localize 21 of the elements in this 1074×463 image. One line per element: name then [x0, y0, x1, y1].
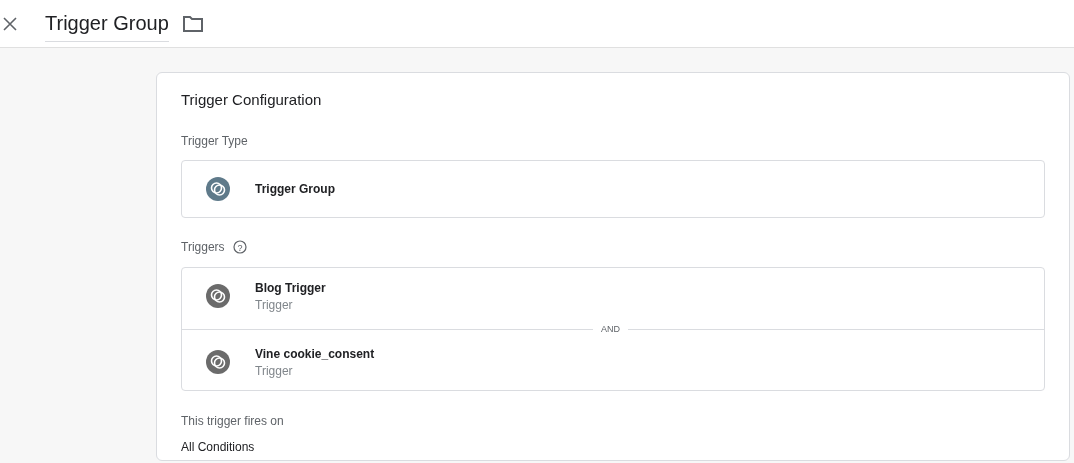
help-icon[interactable]: ?: [232, 240, 247, 254]
fires-on-value[interactable]: All Conditions: [181, 440, 255, 454]
close-icon[interactable]: [2, 15, 18, 32]
folder-icon[interactable]: [181, 14, 204, 33]
tag-name-field[interactable]: Trigger Group: [45, 7, 169, 42]
trigger-name: Blog Trigger: [255, 280, 326, 295]
and-label: AND: [600, 324, 621, 334]
trigger-icon: [205, 349, 231, 375]
section-label: This trigger fires on: [181, 414, 284, 428]
trigger-type: Trigger: [255, 363, 294, 378]
trigger-icon: [205, 283, 231, 309]
trigger-row[interactable]: Vine cookie_consent Trigger: [182, 334, 1044, 390]
trigger-group-icon: [205, 176, 231, 202]
card-title: Trigger Configuration: [181, 91, 322, 108]
trigger-name: Vine cookie_consent: [255, 346, 375, 361]
section-label: Triggers: [181, 240, 225, 254]
trigger-type-name: Trigger Group: [255, 182, 335, 196]
trigger-type: Trigger: [255, 297, 294, 312]
trigger-type-box[interactable]: Trigger Group: [181, 160, 1045, 218]
trigger-row[interactable]: Blog Trigger Trigger: [182, 268, 1044, 324]
section-label: Trigger Type: [181, 134, 248, 148]
